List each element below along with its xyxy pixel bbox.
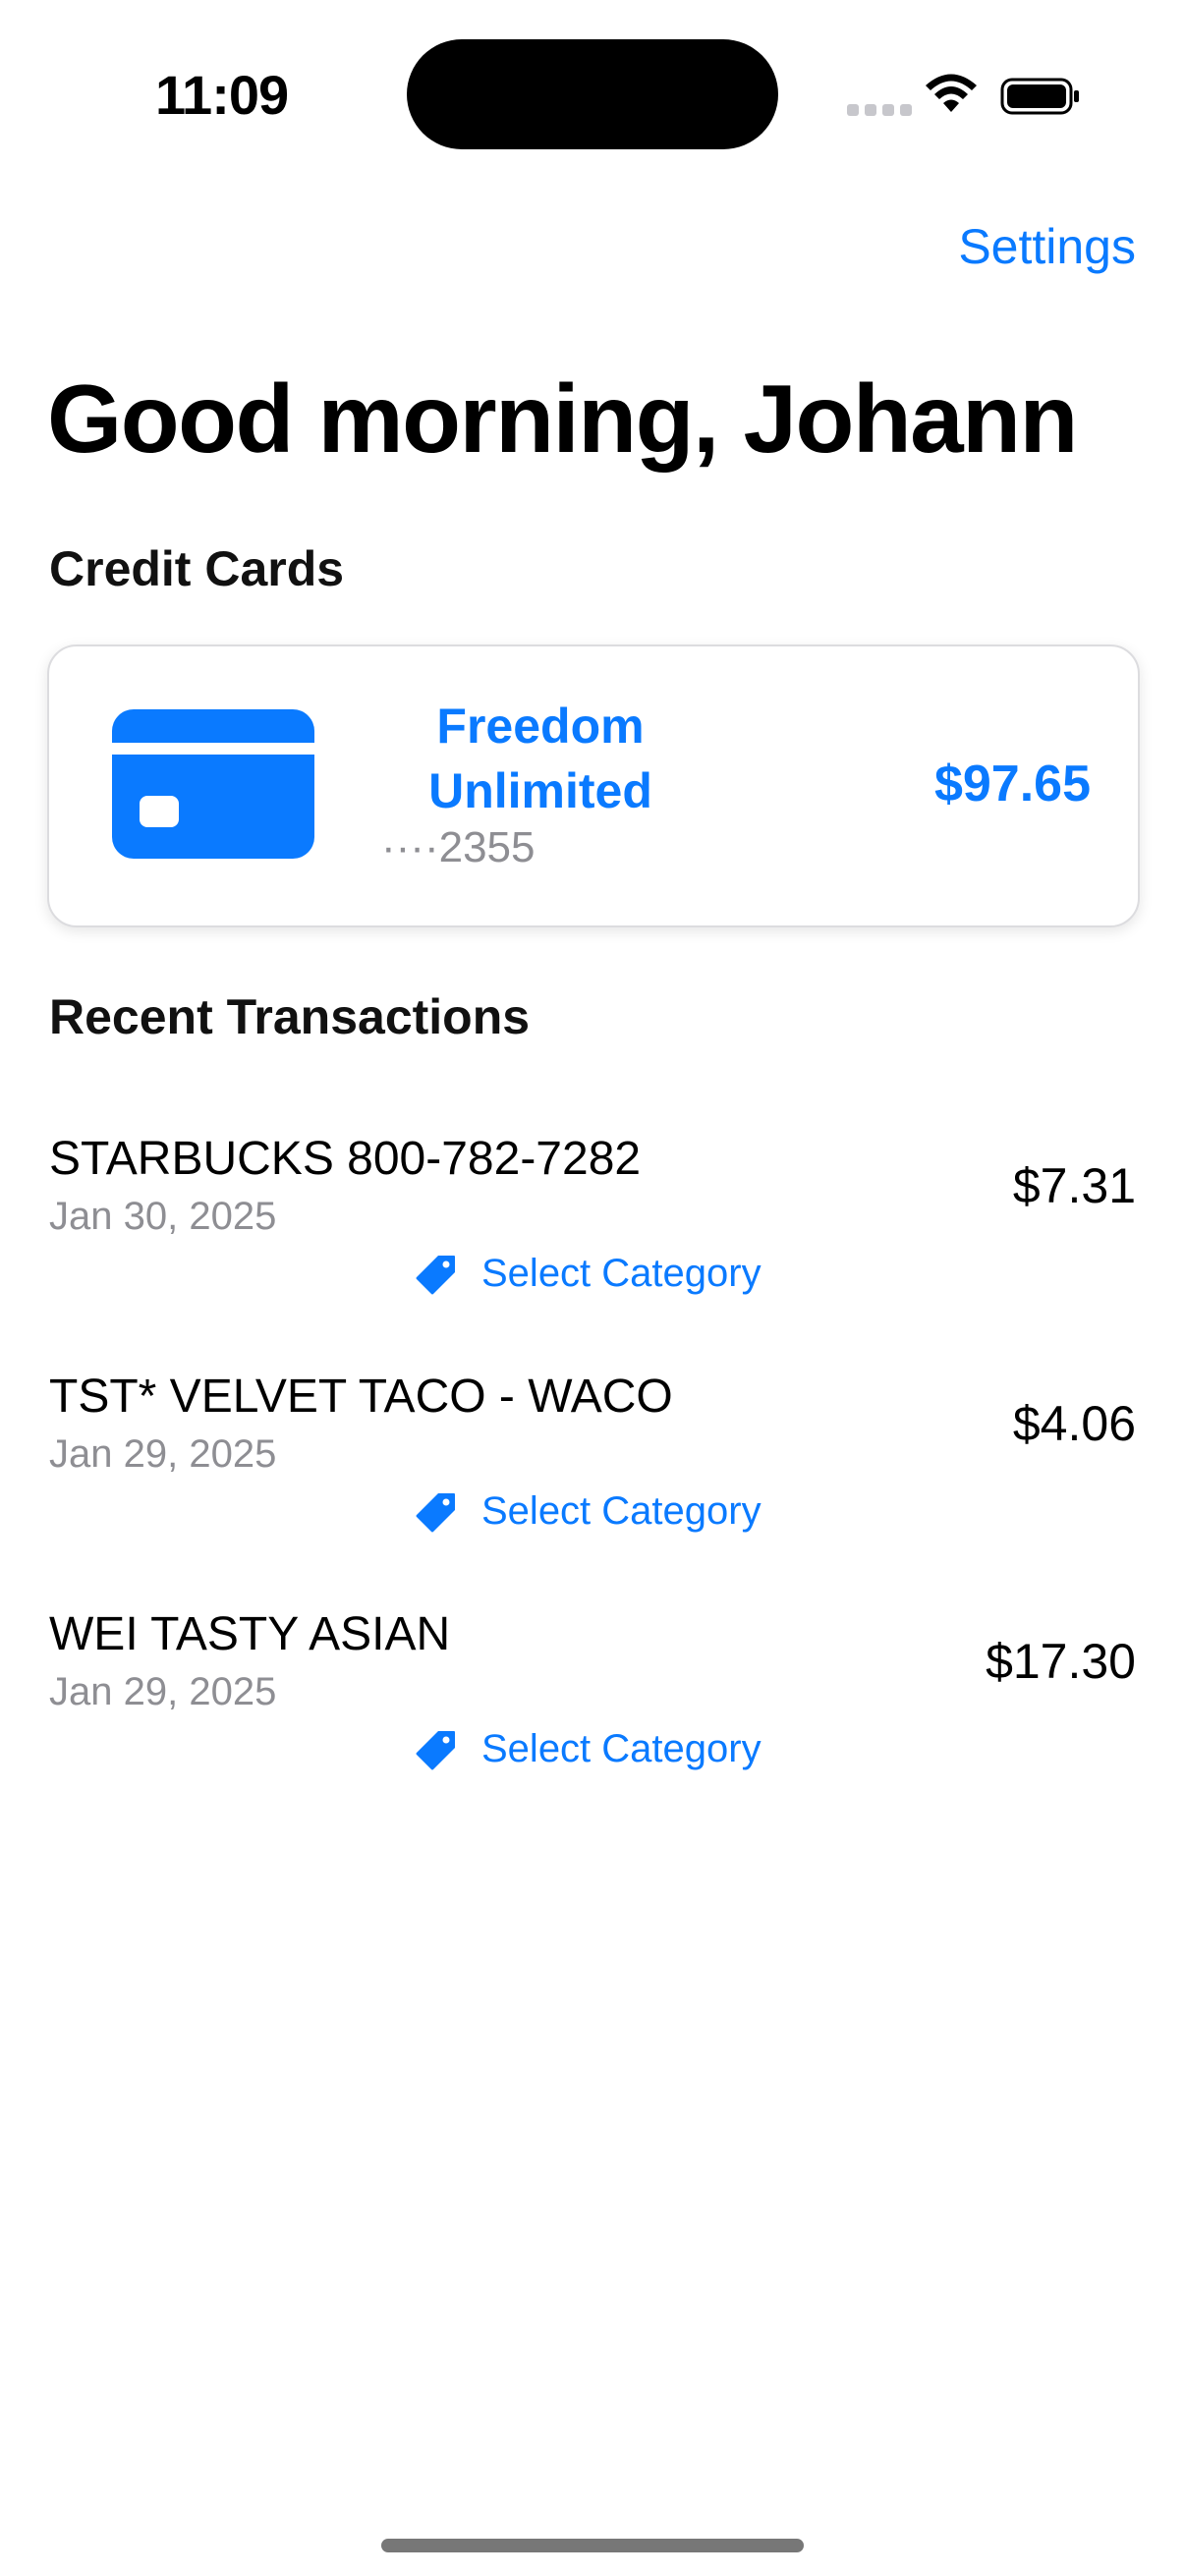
transaction-amount: $17.30 [986,1634,1136,1689]
transaction-date: Jan 30, 2025 [49,1195,277,1238]
credit-card-icon [112,709,314,859]
greeting-title: Good morning, Johann [47,364,1078,473]
card-balance: $97.65 [933,756,1091,812]
tag-icon [416,1492,455,1532]
transaction-amount: $7.31 [1012,1158,1136,1213]
transaction-merchant: TST* VELVET TACO - WACO [49,1371,673,1423]
select-category-label: Select Category [481,1727,762,1770]
select-category-button[interactable]: Select Category [415,1727,762,1771]
tag-icon [416,1255,455,1294]
dynamic-island [407,39,778,149]
transaction-row[interactable]: STARBUCKS 800-782-7282 Jan 30, 2025 $7.3… [49,1132,1136,1328]
transaction-date: Jan 29, 2025 [49,1432,277,1476]
status-time: 11:09 [155,64,289,126]
transaction-date: Jan 29, 2025 [49,1670,277,1713]
transaction-row[interactable]: TST* VELVET TACO - WACO Jan 29, 2025 $4.… [49,1370,1136,1566]
transaction-merchant: WEI TASTY ASIAN [49,1608,451,1660]
home-indicator[interactable] [381,2539,804,2552]
recent-transactions-heading: Recent Transactions [49,989,531,1044]
tag-icon [416,1730,455,1769]
select-category-button[interactable]: Select Category [415,1489,762,1534]
credit-cards-heading: Credit Cards [49,541,345,596]
card-number: ····2355 [381,823,536,871]
transaction-amount: $4.06 [1012,1396,1136,1451]
transaction-row[interactable]: WEI TASTY ASIAN Jan 29, 2025 $17.30 Sele… [49,1607,1136,1804]
select-category-label: Select Category [481,1489,762,1533]
battery-icon [1000,78,1079,115]
credit-card-tile[interactable]: Freedom Unlimited ····2355 $97.65 [47,644,1140,927]
home-screen: 11:09 Settings Good morning, Johann Cred… [0,0,1185,2576]
select-category-button[interactable]: Select Category [415,1252,762,1296]
cellular-signal-icon [847,104,912,116]
select-category-label: Select Category [481,1252,762,1295]
settings-button[interactable]: Settings [958,218,1136,275]
wifi-icon [926,74,977,112]
transaction-merchant: STARBUCKS 800-782-7282 [49,1133,642,1185]
card-name: Freedom Unlimited [428,699,652,818]
